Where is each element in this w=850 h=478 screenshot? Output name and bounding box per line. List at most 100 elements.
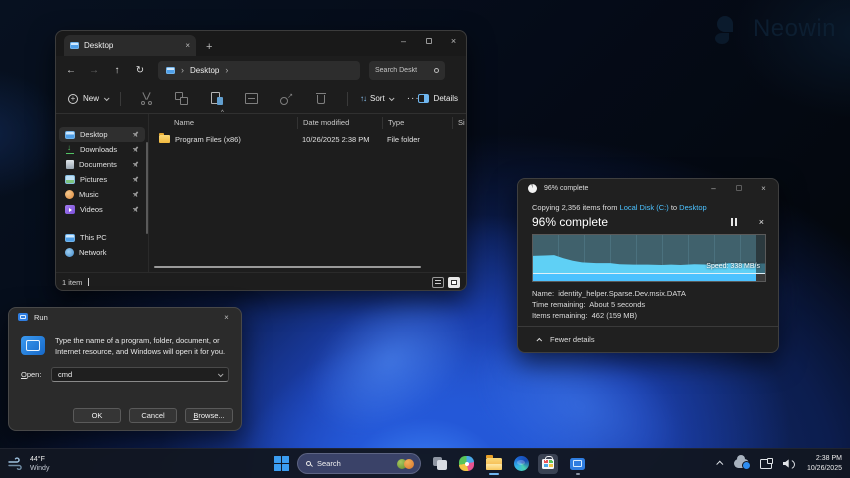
forward-button[interactable]: → xyxy=(87,65,101,76)
time-remaining: About 5 seconds xyxy=(589,300,645,309)
new-tab-button[interactable]: + xyxy=(206,41,212,53)
maximize-button[interactable] xyxy=(422,35,435,48)
chevron-down-icon xyxy=(104,95,110,101)
search-input[interactable]: Search Deskt xyxy=(369,61,445,80)
toolbar-divider xyxy=(347,92,348,106)
close-button[interactable]: × xyxy=(220,311,233,324)
fewer-details-button[interactable]: Fewer details xyxy=(518,326,778,352)
minimize-button[interactable]: – xyxy=(707,182,720,195)
destination-link[interactable]: Desktop xyxy=(679,203,707,212)
sidebar-item-music[interactable]: Music xyxy=(59,187,145,202)
up-button[interactable]: ↑ xyxy=(110,65,124,76)
items-remaining: 462 (159 MB) xyxy=(592,311,637,320)
file-date-modified: 10/26/2025 2:38 PM xyxy=(297,135,382,144)
weather-widget[interactable]: 44°F Windy xyxy=(8,455,49,473)
sidebar-item-videos[interactable]: Videos xyxy=(59,202,145,217)
sort-ascending-indicator: ^ xyxy=(221,110,224,116)
run-app-taskbar-icon[interactable] xyxy=(570,458,585,470)
task-view-button[interactable] xyxy=(433,457,447,470)
copy-dialog-title: 96% complete xyxy=(544,185,588,192)
source-link[interactable]: Local Disk (C:) xyxy=(620,203,669,212)
download-arrow-icon xyxy=(65,145,75,154)
sidebar-item-this-pc[interactable]: This PC xyxy=(59,230,145,245)
browse-button[interactable]: Browse... xyxy=(185,408,233,423)
taskbar-search-box[interactable]: Search xyxy=(297,453,421,474)
volume-icon[interactable] xyxy=(783,458,796,469)
paste-icon[interactable] xyxy=(210,92,223,105)
column-header-date[interactable]: Date modified xyxy=(297,117,382,129)
item-count: 1 item xyxy=(62,278,82,287)
explorer-status-bar: 1 item xyxy=(56,272,466,291)
column-headers: ^ Name Date modified Type Si xyxy=(149,114,466,131)
file-type: File folder xyxy=(382,135,452,144)
music-icon xyxy=(65,190,74,199)
open-field-label: Open: xyxy=(21,370,43,379)
rename-icon[interactable] xyxy=(245,92,258,105)
close-button[interactable]: × xyxy=(757,182,770,195)
search-icon xyxy=(434,68,439,73)
close-button[interactable]: × xyxy=(447,35,460,48)
sidebar-item-desktop[interactable]: Desktop xyxy=(59,127,145,142)
refresh-button[interactable]: ↻ xyxy=(133,65,147,76)
breadcrumb[interactable]: › Desktop › xyxy=(158,61,360,80)
run-dialog-buttons: OK Cancel Browse... xyxy=(9,400,241,430)
copying-file-name: identity_helper.Sparse.Dev.msix.DATA xyxy=(558,289,686,298)
sort-button[interactable]: ↑↓ Sort xyxy=(360,94,393,103)
tab-close-icon[interactable]: × xyxy=(185,41,190,50)
picture-icon xyxy=(65,175,75,184)
run-dialog-body: Type the name of a program, folder, docu… xyxy=(9,326,241,357)
network-icon xyxy=(65,248,74,257)
horizontal-scrollbar[interactable] xyxy=(154,266,421,268)
cancel-button[interactable]: Cancel xyxy=(129,408,177,423)
details-view-toggle-icon[interactable] xyxy=(432,277,444,288)
pin-icon xyxy=(131,145,141,155)
sidebar-item-network[interactable]: Network xyxy=(59,245,145,260)
sort-button-label: Sort xyxy=(370,94,385,103)
start-button[interactable] xyxy=(274,456,289,471)
breadcrumb-location[interactable]: Desktop xyxy=(190,66,219,75)
status-divider xyxy=(88,278,89,286)
minimize-button[interactable]: – xyxy=(397,35,410,48)
column-header-type[interactable]: Type xyxy=(382,117,452,129)
video-icon xyxy=(65,205,75,214)
file-row[interactable]: Program Files (x86) 10/26/2025 2:38 PM F… xyxy=(149,131,466,147)
sidebar-item-pictures[interactable]: Pictures xyxy=(59,172,145,187)
column-header-size[interactable]: Si xyxy=(452,117,466,129)
microsoft-store-icon[interactable] xyxy=(538,454,558,474)
search-label: Search xyxy=(317,459,391,468)
ok-button[interactable]: OK xyxy=(73,408,121,423)
tray-chevron-up-icon[interactable] xyxy=(716,461,723,468)
pin-icon xyxy=(131,205,141,215)
sidebar-item-downloads[interactable]: Downloads xyxy=(59,142,145,157)
large-icons-view-toggle-icon[interactable] xyxy=(448,277,460,288)
open-combobox[interactable]: cmd xyxy=(51,367,229,382)
explorer-tab-desktop[interactable]: Desktop × xyxy=(64,35,196,56)
delete-icon[interactable] xyxy=(315,92,328,105)
file-explorer-taskbar-icon[interactable] xyxy=(486,458,502,470)
photos-app-icon[interactable] xyxy=(459,456,474,471)
run-dialog-title-bar: Run × xyxy=(9,308,241,326)
details-view-button[interactable]: Details xyxy=(418,94,458,103)
sidebar-item-documents[interactable]: Documents xyxy=(59,157,145,172)
network-tray-icon[interactable] xyxy=(760,459,772,469)
new-button[interactable]: + New xyxy=(64,94,112,104)
run-app-icon xyxy=(18,313,28,321)
taskbar-clock[interactable]: 2:38 PM 10/26/2025 xyxy=(807,454,842,473)
back-button[interactable]: ← xyxy=(64,65,78,76)
onedrive-icon[interactable] xyxy=(734,459,749,468)
column-header-name[interactable]: Name xyxy=(149,118,297,127)
chevron-up-icon xyxy=(536,337,542,343)
edge-browser-icon[interactable] xyxy=(514,456,529,471)
file-list-area: ^ Name Date modified Type Si Program Fil… xyxy=(148,114,466,272)
share-icon[interactable]: ↗ xyxy=(280,92,293,105)
cut-icon[interactable] xyxy=(140,92,153,105)
search-text: Search Deskt xyxy=(375,67,417,74)
weather-temperature: 44°F xyxy=(30,455,49,464)
maximize-button[interactable] xyxy=(732,182,745,195)
pause-button[interactable] xyxy=(727,218,741,226)
run-dialog-title: Run xyxy=(34,313,48,322)
cancel-copy-button[interactable]: × xyxy=(759,217,764,227)
folder-icon xyxy=(159,135,170,143)
search-highlight-fruit-icon[interactable] xyxy=(397,459,414,469)
copy-icon[interactable] xyxy=(175,92,188,105)
